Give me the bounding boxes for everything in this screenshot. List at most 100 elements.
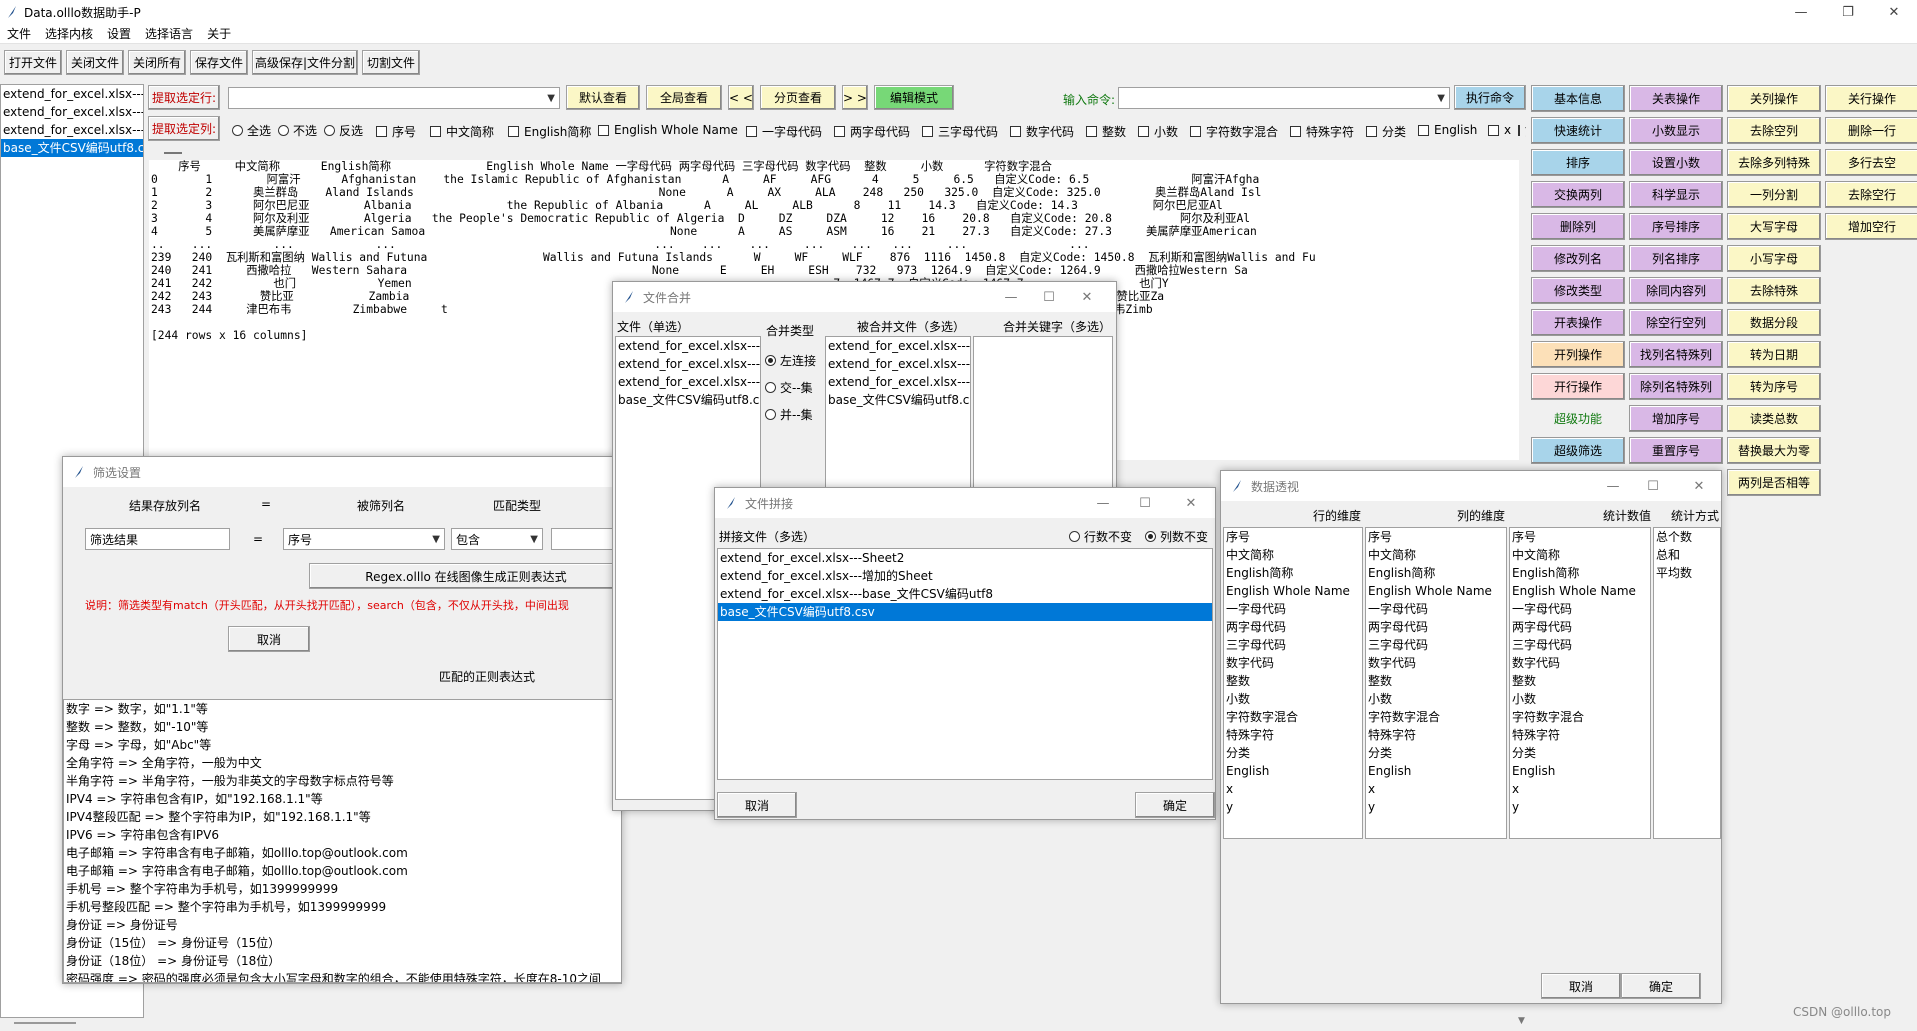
edit-mode-button[interactable]: 编辑模式 [874, 85, 954, 110]
col-check-x[interactable]: x [1488, 123, 1511, 137]
list-item[interactable]: y [1366, 798, 1506, 816]
col-check-num-code[interactable]: 数字代码 [1010, 123, 1074, 140]
list-item[interactable]: English简称 [1366, 564, 1506, 582]
page-view-button[interactable]: 分页查看 [760, 85, 836, 110]
op-button-col1-5[interactable]: 修改列名 [1531, 245, 1625, 272]
list-item[interactable]: x [1366, 780, 1506, 798]
col-check-special[interactable]: 特殊字符 [1290, 123, 1354, 140]
menu-kernel[interactable]: 选择内核 [38, 25, 100, 42]
keep-rows-radio[interactable]: 行数不变 [1069, 528, 1132, 545]
col-check-category[interactable]: 分类 [1366, 123, 1406, 140]
filter-cancel-button[interactable]: 取消 [228, 626, 310, 652]
regex-list-item[interactable]: 电子邮箱 => 字符串含有电子邮箱，如olllo.top@outlook.com [64, 844, 621, 862]
list-item[interactable]: 字符数字混合 [1510, 708, 1650, 726]
op-button-col1-6[interactable]: 修改类型 [1531, 277, 1625, 304]
op-button-col2-5[interactable]: 列名排序 [1629, 245, 1723, 272]
list-item[interactable]: English Whole Name [1224, 582, 1362, 600]
col-check-two-letter[interactable]: 两字母代码 [834, 123, 910, 140]
col-check-en-whole[interactable]: English Whole Name [598, 123, 738, 137]
list-item[interactable]: y [1510, 798, 1650, 816]
op-button-col4-0[interactable]: 关行操作 [1825, 85, 1917, 112]
save-file-button[interactable]: 保存文件 [190, 50, 248, 75]
op-button-col3-9[interactable]: 转为序号 [1727, 373, 1821, 400]
list-item[interactable]: 字符数字混合 [1366, 708, 1506, 726]
list-item[interactable]: 两字母代码 [1510, 618, 1650, 636]
pivot-cancel-button[interactable]: 取消 [1541, 973, 1621, 999]
op-button-col1-0[interactable]: 基本信息 [1531, 85, 1625, 112]
op-button-col2-9[interactable]: 除列名特殊列 [1629, 373, 1723, 400]
col-check-y[interactable]: y [1518, 123, 1526, 137]
list-item[interactable]: English [1224, 762, 1362, 780]
list-item[interactable]: 分类 [1510, 744, 1650, 762]
match-type-combo[interactable]: 包含 ▼ [451, 528, 543, 550]
op-button-col2-3[interactable]: 科学显示 [1629, 181, 1723, 208]
file-list-item[interactable]: extend_for_excel.xlsx---S [1, 85, 143, 103]
menu-file[interactable]: 文件 [0, 25, 38, 42]
list-item[interactable]: extend_for_excel.xlsx---Sheet2 [718, 549, 1212, 567]
invert-select-radio[interactable]: 反选 [324, 122, 363, 139]
minimize-icon[interactable]: — [993, 282, 1029, 312]
list-item[interactable]: 分类 [1224, 744, 1362, 762]
list-item[interactable]: English简称 [1224, 564, 1362, 582]
op-button-col3-12[interactable]: 两列是否相等 [1727, 469, 1821, 496]
list-item[interactable]: English Whole Name [1510, 582, 1650, 600]
advanced-save-button[interactable]: 高级保存|文件分割 [252, 50, 358, 75]
list-item[interactable]: 平均数 [1654, 564, 1720, 582]
list-item[interactable]: 整数 [1510, 672, 1650, 690]
list-item[interactable]: 两字母代码 [1224, 618, 1362, 636]
concat-cancel-button[interactable]: 取消 [717, 792, 797, 818]
regex-list-item[interactable]: 字母 => 字母，如"Abc"等 [64, 736, 621, 754]
col-check-seq[interactable]: 序号 [376, 123, 416, 140]
menu-language[interactable]: 选择语言 [138, 25, 200, 42]
list-item-selected[interactable]: base_文件CSV编码utf8.csv [718, 603, 1212, 621]
list-item[interactable]: English简称 [1510, 564, 1650, 582]
list-item[interactable]: 分类 [1366, 744, 1506, 762]
filtered-column-combo[interactable]: 序号 ▼ [283, 528, 445, 550]
op-button-col1-4[interactable]: 删除列 [1531, 213, 1625, 240]
list-item[interactable]: 数字代码 [1224, 654, 1362, 672]
match-value-input[interactable] [551, 528, 621, 550]
op-button-col1-10[interactable]: 超级功能 [1531, 405, 1625, 432]
list-item[interactable]: 一字母代码 [1224, 600, 1362, 618]
list-item[interactable]: extend_for_excel.xlsx---S [616, 337, 760, 355]
op-button-col1-8[interactable]: 开列操作 [1531, 341, 1625, 368]
next-page-button[interactable]: > > [842, 85, 868, 110]
row-select-combo[interactable]: ▼ [228, 87, 560, 109]
op-button-col3-2[interactable]: 去除多列特殊 [1727, 149, 1821, 176]
list-item[interactable]: 一字母代码 [1366, 600, 1506, 618]
minimize-icon[interactable]: — [1085, 488, 1121, 518]
restore-icon[interactable]: ☐ [1635, 471, 1671, 501]
regex-list-item[interactable]: 密码强度 => 密码的强度必须是包含大小写字母和数字的组合，不能使用特殊字符，长… [64, 970, 621, 982]
regex-list-item[interactable]: IPV6 => 字符串包含有IPV6 [64, 826, 621, 844]
op-button-col3-0[interactable]: 关列操作 [1727, 85, 1821, 112]
op-button-col2-6[interactable]: 除同内容列 [1629, 277, 1723, 304]
prev-page-button[interactable]: < < [728, 85, 754, 110]
regex-list-item[interactable]: IPV4整段匹配 => 整个字符串为IP，如"192.168.1.1"等 [64, 808, 621, 826]
op-button-col1-2[interactable]: 排序 [1531, 149, 1625, 176]
col-check-en-short[interactable]: English简称 [508, 123, 591, 140]
list-item[interactable]: 总和 [1654, 546, 1720, 564]
minimize-icon[interactable]: — [1778, 0, 1824, 24]
union-radio[interactable]: 并--集 [765, 406, 813, 423]
restore-icon[interactable]: ☐ [1031, 282, 1067, 312]
select-all-radio[interactable]: 全选 [232, 122, 271, 139]
list-item[interactable]: 总个数 [1654, 528, 1720, 546]
restore-icon[interactable]: ❐ [1825, 0, 1871, 24]
close-icon[interactable]: ✕ [1681, 471, 1717, 501]
col-check-one-letter[interactable]: 一字母代码 [746, 123, 822, 140]
list-item[interactable]: 小数 [1510, 690, 1650, 708]
menu-settings[interactable]: 设置 [100, 25, 138, 42]
col-check-decimal[interactable]: 小数 [1138, 123, 1178, 140]
list-item[interactable]: 特殊字符 [1366, 726, 1506, 744]
list-item[interactable]: 三字母代码 [1510, 636, 1650, 654]
keep-columns-radio[interactable]: 列数不变 [1145, 528, 1208, 545]
file-list-item-selected[interactable]: base_文件CSV编码utf8.cs [1, 139, 143, 157]
close-icon[interactable]: ✕ [1871, 0, 1917, 24]
restore-icon[interactable]: ☐ [1127, 488, 1163, 518]
split-file-button[interactable]: 切割文件 [362, 50, 420, 75]
regex-list-item[interactable]: 数字 => 数字，如"1.1"等 [64, 700, 621, 718]
op-button-col4-2[interactable]: 多行去空 [1825, 149, 1917, 176]
op-button-col2-1[interactable]: 小数显示 [1629, 117, 1723, 144]
regex-list-item[interactable]: 电子邮箱 => 字符串含有电子邮箱，如olllo.top@outlook.com [64, 862, 621, 880]
list-item[interactable]: extend_for_excel.xlsx---base_文件CSV编码utf8 [718, 585, 1212, 603]
